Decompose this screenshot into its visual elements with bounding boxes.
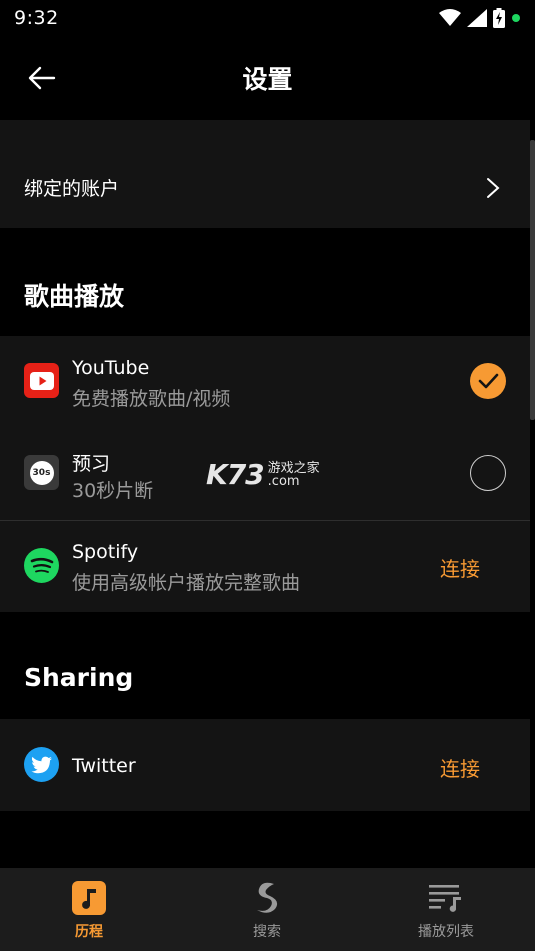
- chevron-right-icon: [487, 178, 500, 198]
- twitter-icon: [24, 747, 59, 782]
- playback-option-subtitle: 30秒片断: [72, 480, 154, 502]
- linked-accounts-row[interactable]: 绑定的账户: [0, 120, 530, 228]
- status-icons: [439, 8, 521, 28]
- spotify-icon: [24, 548, 59, 583]
- nav-item-history[interactable]: 历程: [0, 868, 178, 951]
- bottom-nav: 历程 搜索 播放列表: [0, 868, 535, 951]
- nav-label: 历程: [75, 924, 103, 940]
- playback-option-youtube[interactable]: YouTube 免费播放歌曲/视频: [0, 336, 530, 428]
- playlist-icon: [429, 881, 463, 915]
- wifi-icon: [439, 9, 461, 26]
- scrollbar[interactable]: [530, 140, 535, 420]
- preview-30s-icon: 30s: [24, 455, 59, 490]
- spotify-name: Spotify: [72, 541, 139, 563]
- section-title-sharing: Sharing: [24, 663, 134, 692]
- section-title-playback: 歌曲播放: [24, 282, 125, 311]
- status-bar: 9:32: [0, 0, 535, 36]
- checkmark-icon: [478, 373, 499, 389]
- preview-30s-icon-text: 30s: [32, 467, 51, 478]
- nav-label: 播放列表: [418, 924, 474, 940]
- twitter-connect-button[interactable]: 连接: [440, 753, 480, 782]
- spotify-subtitle: 使用高级帐户播放完整歌曲: [72, 572, 301, 594]
- nav-label: 搜索: [253, 924, 281, 940]
- watermark-domain: .com: [267, 473, 300, 489]
- playback-option-name: YouTube: [72, 357, 150, 379]
- radio-unselected[interactable]: [470, 455, 506, 491]
- watermark: K73 游戏之家 .com: [206, 458, 320, 491]
- nav-item-search[interactable]: 搜索: [178, 868, 356, 951]
- watermark-cn: 游戏之家: [267, 460, 320, 476]
- soundhound-icon: [250, 881, 284, 915]
- youtube-icon: [24, 363, 59, 398]
- battery-icon: [493, 8, 505, 28]
- cell-signal-icon: [467, 9, 487, 27]
- linked-accounts-label: 绑定的账户: [24, 178, 120, 200]
- twitter-name: Twitter: [72, 755, 136, 777]
- page-title: 设置: [242, 65, 293, 94]
- spotify-connect-button[interactable]: 连接: [440, 553, 480, 582]
- twitter-row: Twitter 连接: [0, 719, 530, 811]
- status-time: 9:32: [14, 7, 59, 29]
- playback-option-subtitle: 免费播放歌曲/视频: [72, 388, 231, 410]
- music-note-icon: [72, 881, 106, 915]
- nav-item-playlist[interactable]: 播放列表: [357, 868, 535, 951]
- watermark-brand: K73: [206, 458, 265, 491]
- spotify-row: Spotify 使用高级帐户播放完整歌曲 连接: [0, 521, 530, 612]
- playback-option-name: 预习: [72, 453, 111, 475]
- app-bar: 设置: [0, 36, 535, 118]
- radio-selected[interactable]: [470, 363, 506, 399]
- notification-dot-icon: [512, 14, 520, 22]
